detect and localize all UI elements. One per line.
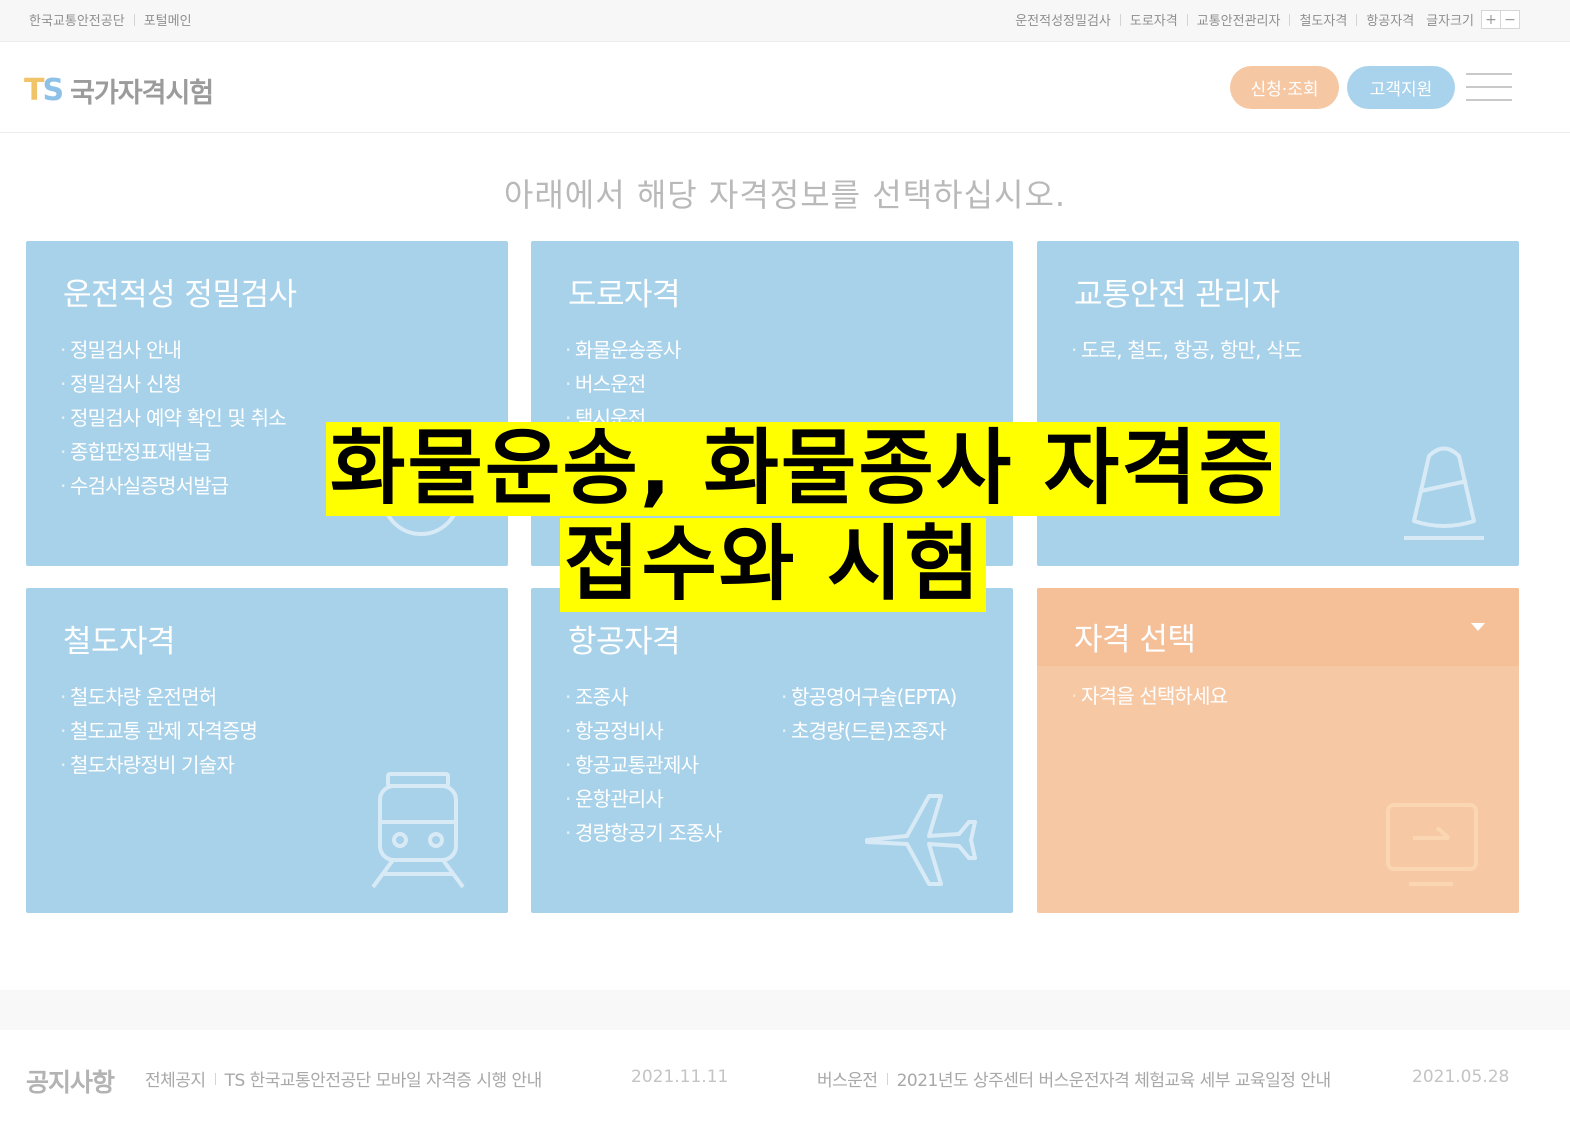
card-title: 항공자격 — [568, 624, 681, 660]
utility-bar: 한국교통안전공단 포털메인 운전적성정밀검사 도로자격 교통안전관리자 철도자격… — [0, 0, 1570, 42]
font-decrease-button[interactable]: − — [1500, 10, 1520, 29]
divider — [133, 13, 135, 26]
link-aviation-license[interactable]: 항공자격 — [1366, 10, 1414, 29]
notice-text: 2021년도 상주센터 버스운전자격 체험교육 세부 교육일정 안내 — [896, 1071, 1332, 1091]
logo-letter-t: T — [24, 73, 45, 108]
card-aviation-license[interactable]: 항공자격 조종사 항공정비사 항공교통관제사 운항관리사 경량항공기 조종사 항… — [531, 588, 1013, 913]
list-item[interactable]: 철도교통 관제 자격증명 — [60, 714, 258, 748]
divider — [214, 1072, 216, 1085]
card-aptitude-test[interactable]: 운전적성 정밀검사 정밀검사 안내 정밀검사 신청 정밀검사 예약 확인 및 취… — [26, 241, 508, 566]
site-logo[interactable]: TS 국가자격시험 — [24, 71, 214, 110]
card-title: 도로자격 — [568, 277, 681, 313]
notice-item[interactable]: 전체공지 TS 한국교통안전공단 모바일 자격증 시행 안내 — [145, 1066, 542, 1091]
list-item[interactable]: 정밀검사 예약 확인 및 취소 — [60, 401, 287, 435]
utility-left-links: 한국교통안전공단 포털메인 — [29, 10, 192, 29]
card-title: 자격 선택 — [1074, 622, 1196, 658]
card-title: 철도자격 — [63, 624, 176, 660]
divider — [1119, 13, 1121, 26]
card-link-list: 자격을 선택하세요 — [1071, 679, 1228, 713]
divider — [1356, 13, 1358, 26]
card-link-list: 도로, 철도, 항공, 항만, 삭도 — [1071, 333, 1302, 367]
link-portal-main[interactable]: 포털메인 — [144, 10, 192, 29]
card-safety-manager[interactable]: 교통안전 관리자 도로, 철도, 항공, 항만, 삭도 — [1037, 241, 1519, 566]
utility-right-links: 운전적성정밀검사 도로자격 교통안전관리자 철도자격 항공자격 글자크기 + − — [1015, 10, 1520, 29]
section-divider-band — [0, 990, 1570, 1030]
notice-title[interactable]: 공지사항 — [26, 1063, 115, 1099]
list-item[interactable]: 도로, 철도, 항공, 항만, 삭도 — [1071, 333, 1302, 367]
divider — [1186, 13, 1188, 26]
card-link-list-secondary: 항공영어구술(EPTA) 초경량(드론)조종자 — [781, 680, 957, 748]
list-item[interactable]: 수검사실증명서발급 — [60, 469, 286, 503]
caption-line-2: 접수와 시험 — [560, 518, 986, 612]
link-kotsa[interactable]: 한국교통안전공단 — [29, 10, 125, 29]
notice-category: 버스운전 — [817, 1071, 878, 1091]
airplane-icon — [865, 794, 977, 886]
card-rail-license[interactable]: 철도자격 철도차량 운전면허 철도교통 관제 자격증명 철도차량정비 기술자 — [26, 588, 508, 913]
train-icon — [371, 772, 465, 889]
card-link-list: 정밀검사 안내 정밀검사 신청 정밀검사 예약 확인 및 취소 종합판정표재발급… — [60, 333, 287, 503]
hamburger-menu-icon[interactable] — [1466, 73, 1512, 103]
card-license-select[interactable]: 자격 선택 자격을 선택하세요 — [1037, 588, 1519, 913]
notice-date: 2021.05.28 — [1412, 1067, 1510, 1087]
customer-support-button[interactable]: 고객지원 — [1347, 66, 1455, 109]
list-item[interactable]: 운항관리사 — [565, 782, 721, 816]
list-item[interactable]: 조종사 — [565, 680, 721, 714]
notice-section: 공지사항 전체공지 TS 한국교통안전공단 모바일 자격증 시행 안내 2021… — [0, 1030, 1570, 1125]
list-item[interactable]: 초경량(드론)조종자 — [781, 714, 956, 748]
card-link-list: 조종사 항공정비사 항공교통관제사 운항관리사 경량항공기 조종사 — [565, 680, 722, 850]
chevron-down-icon[interactable] — [1471, 623, 1485, 631]
logo-letter-s: S — [42, 73, 64, 108]
list-item[interactable]: 버스운전 — [565, 367, 681, 401]
notice-date: 2021.11.11 — [631, 1067, 729, 1087]
list-item[interactable]: 정밀검사 신청 — [60, 367, 286, 401]
list-item[interactable]: 종합판정표재발급 — [60, 435, 286, 469]
list-item[interactable]: 정밀검사 안내 — [60, 333, 286, 367]
apply-inquiry-button[interactable]: 신청·조회 — [1230, 66, 1339, 109]
list-item[interactable]: 항공교통관제사 — [565, 748, 721, 782]
logo-text: 국가자격시험 — [70, 78, 214, 109]
divider — [886, 1072, 888, 1085]
link-aptitude-test[interactable]: 운전적성정밀검사 — [1015, 10, 1111, 29]
list-item: 자격을 선택하세요 — [1071, 679, 1228, 713]
list-item[interactable]: 항공정비사 — [565, 714, 721, 748]
monitor-icon — [1386, 803, 1478, 886]
list-item[interactable]: 철도차량정비 기술자 — [60, 748, 257, 782]
card-link-list: 철도차량 운전면허 철도교통 관제 자격증명 철도차량정비 기술자 — [60, 680, 258, 782]
ts-logo-mark: TS — [24, 73, 64, 108]
caption-line-1: 화물운송, 화물종사 자격증 — [326, 422, 1281, 516]
traffic-cone-icon — [1404, 446, 1484, 540]
card-link-list: 화물운송종사 버스운전 택시운전 — [565, 333, 681, 435]
link-road-license[interactable]: 도로자격 — [1130, 10, 1178, 29]
font-size-label: 글자크기 — [1426, 14, 1474, 29]
list-item[interactable]: 화물운송종사 — [565, 333, 681, 367]
site-header: TS 국가자격시험 신청·조회 고객지원 — [0, 43, 1570, 133]
notice-category: 전체공지 — [145, 1071, 206, 1091]
card-title: 운전적성 정밀검사 — [63, 277, 297, 313]
page-heading: 아래에서 해당 자격정보를 선택하십시오. — [503, 176, 1067, 214]
link-safety-manager[interactable]: 교통안전관리자 — [1197, 10, 1281, 29]
link-rail-license[interactable]: 철도자격 — [1299, 10, 1347, 29]
notice-item[interactable]: 버스운전 2021년도 상주센터 버스운전자격 체험교육 세부 교육일정 안내 — [817, 1066, 1331, 1091]
list-item[interactable]: 철도차량 운전면허 — [60, 680, 257, 714]
card-title: 교통안전 관리자 — [1074, 277, 1280, 313]
divider — [1289, 13, 1291, 26]
notice-text: TS 한국교통안전공단 모바일 자격증 시행 안내 — [224, 1071, 543, 1091]
list-item[interactable]: 경량항공기 조종사 — [565, 816, 722, 850]
list-item[interactable]: 항공영어구술(EPTA) — [781, 680, 957, 714]
font-increase-button[interactable]: + — [1481, 10, 1501, 29]
